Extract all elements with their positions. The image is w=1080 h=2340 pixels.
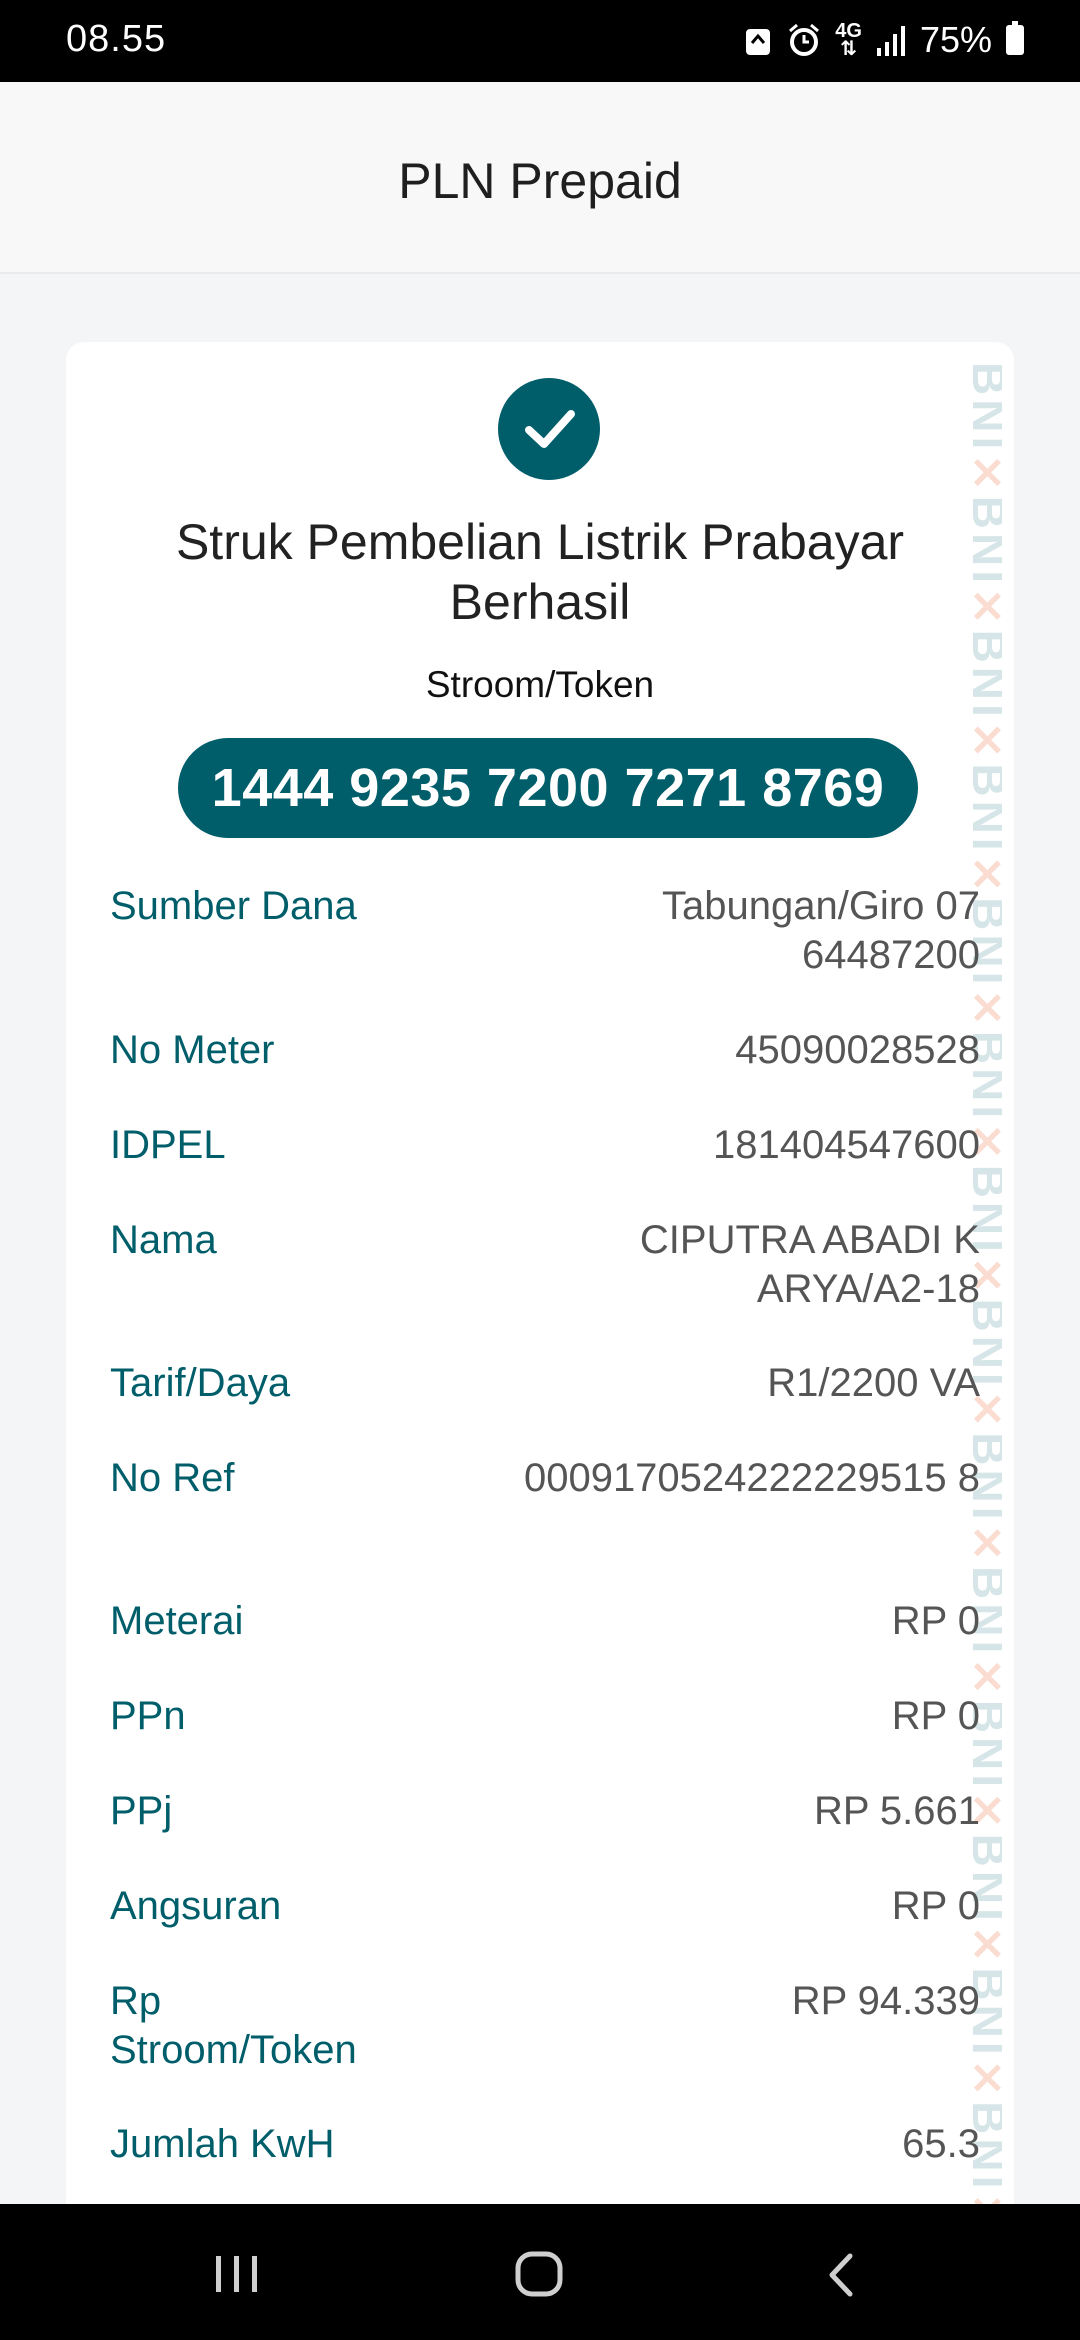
back-icon[interactable] xyxy=(826,2252,856,2303)
detail-label: Angsuran xyxy=(110,1884,282,1928)
success-check-icon xyxy=(498,378,600,480)
detail-value: RP 5.661 xyxy=(813,1789,980,1833)
detail-value: RP 0 xyxy=(891,1599,980,1643)
detail-value: 45090028528 xyxy=(735,1028,980,1072)
detail-value: 0009170524222229515 8 xyxy=(523,1456,980,1500)
detail-value: RP 94.339 xyxy=(791,1979,980,2023)
recycle-icon xyxy=(743,23,773,57)
data-arrows-icon: ⇅ xyxy=(840,38,857,60)
detail-value: R1/2200 VA xyxy=(767,1361,980,1405)
recent-apps-icon[interactable] xyxy=(214,2254,260,2299)
home-icon[interactable] xyxy=(514,2250,564,2303)
alarm-icon xyxy=(787,23,821,57)
detail-value: CIPUTRA ABADI KARYA/A2-18 xyxy=(639,1218,980,1311)
detail-value: 65.3 xyxy=(902,2122,980,2166)
detail-label: No Meter xyxy=(110,1028,275,1072)
signal-icon xyxy=(876,24,906,56)
receipt-card: BNI⨯BNI⨯BNI⨯BNI⨯BNI⨯BNI⨯BNI⨯BNI⨯BNI⨯BNI⨯… xyxy=(66,342,1014,2204)
status-icons: 4G ⇅ 75% xyxy=(743,18,1024,62)
detail-value: 181404547600 xyxy=(713,1123,980,1167)
battery-icon xyxy=(1006,21,1024,55)
detail-label: Nama xyxy=(110,1218,217,1262)
page-title: PLN Prepaid xyxy=(398,153,682,209)
detail-label: Rp Stroom/Token xyxy=(110,1979,357,2072)
detail-label: PPn xyxy=(110,1694,186,1738)
detail-value: RP 0 xyxy=(891,1884,980,1928)
receipt-title: Struk Pembelian Listrik Prabayar Berhasi… xyxy=(175,514,905,630)
detail-label: PPj xyxy=(110,1789,173,1833)
status-time: 08.55 xyxy=(66,18,167,60)
detail-label: Meterai xyxy=(110,1599,244,1643)
navigation-bar xyxy=(0,2204,1080,2340)
battery-percent: 75% xyxy=(919,19,992,60)
detail-value: RP 0 xyxy=(891,1694,980,1738)
detail-label: No Ref xyxy=(110,1456,235,1500)
detail-label: Sumber Dana xyxy=(110,884,357,928)
detail-label: Tarif/Daya xyxy=(110,1361,291,1405)
detail-label: Jumlah KwH xyxy=(110,2122,335,2166)
status-bar: 08.55 4G ⇅ 75% xyxy=(0,0,1080,82)
token-label: Stroom/Token xyxy=(425,664,655,705)
token-number[interactable]: 1444 9235 7200 7271 8769 xyxy=(178,738,918,838)
detail-value: Tabungan/Giro 0764487200 xyxy=(661,884,980,977)
network-type-icon: 4G ⇅ xyxy=(835,21,862,60)
app-bar: PLN Prepaid xyxy=(0,82,1080,274)
detail-label: IDPEL xyxy=(110,1123,226,1167)
